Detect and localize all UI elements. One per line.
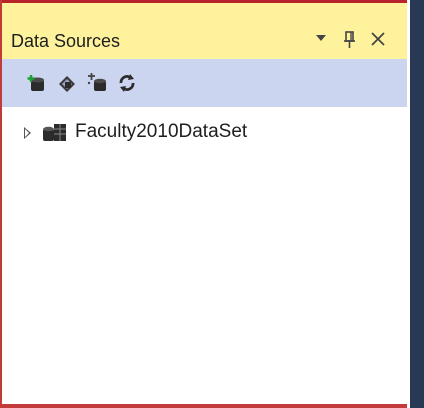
expand-arrow-icon[interactable] [24, 127, 31, 139]
data-sources-tree: Faculty2010DataSet [2, 107, 407, 404]
configure-dataset-wizard-button[interactable] [86, 72, 108, 94]
dataset-designer-icon [59, 76, 75, 92]
pin-icon [344, 31, 355, 48]
close-icon [371, 32, 385, 46]
tree-node[interactable]: Faculty2010DataSet [2, 119, 407, 147]
configure-wizard-icon [87, 73, 106, 91]
window-bottom-border [0, 404, 410, 408]
edit-dataset-designer-button[interactable] [56, 72, 78, 94]
dataset-icon [42, 123, 68, 143]
refresh-icon [119, 74, 135, 92]
panel-titlebar[interactable]: Data Sources [2, 3, 407, 59]
add-database-icon [27, 75, 44, 91]
close-button[interactable] [370, 31, 386, 51]
tree-node-label: Faculty2010DataSet [75, 121, 248, 142]
dropdown-button[interactable] [314, 31, 328, 49]
refresh-button[interactable] [116, 72, 138, 94]
chevron-down-icon [316, 35, 326, 41]
pin-button[interactable] [342, 31, 358, 53]
panel-title: Data Sources [11, 31, 121, 51]
panel-toolbar [2, 59, 407, 107]
adjacent-dock-area [410, 0, 424, 408]
data-sources-panel: Data Sources Faculty2010DataSet [2, 3, 407, 404]
add-new-data-source-button[interactable] [26, 72, 48, 94]
